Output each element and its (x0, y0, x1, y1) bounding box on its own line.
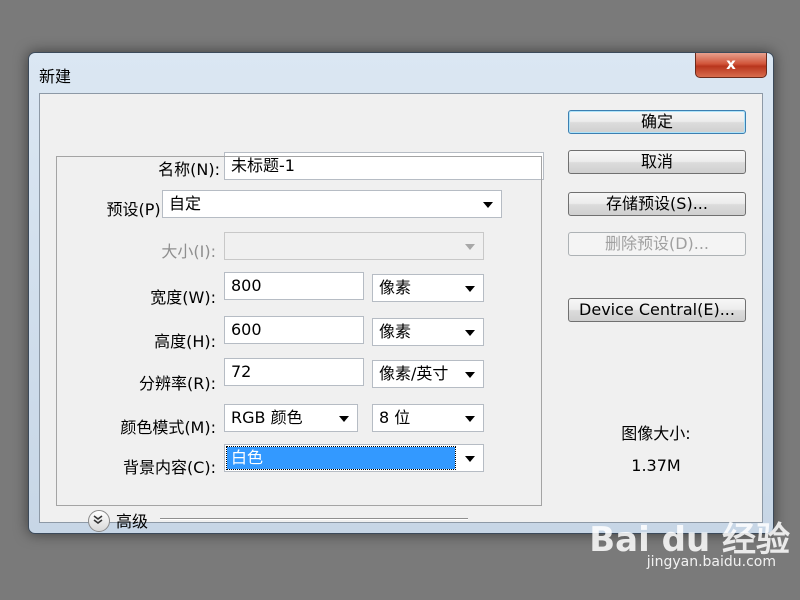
close-icon: x (726, 55, 736, 73)
dialog-body: 名称(N): 未标题-1 预设(P): 自定 大小(I): 宽度(W): 800… (39, 93, 763, 532)
chevron-down-icon (339, 416, 349, 422)
background-value: 白色 (226, 446, 456, 470)
size-label: 大小(I): (161, 242, 216, 261)
advanced-label: 高级 (116, 512, 149, 531)
device-central-button[interactable]: Device Central(E)... (568, 298, 746, 322)
save-preset-button[interactable]: 存储预设(S)... (568, 192, 746, 216)
background-label: 背景内容(C): (122, 458, 216, 477)
cancel-button[interactable]: 取消 (568, 150, 746, 174)
size-select[interactable] (224, 232, 484, 260)
height-unit-value: 像素 (379, 322, 412, 341)
delete-preset-button[interactable]: 删除预设(D)... (568, 232, 746, 256)
preset-select[interactable]: 自定 (162, 190, 502, 218)
chevron-down-icon (465, 456, 475, 462)
image-size-value: 1.37M (631, 456, 681, 475)
chevron-down-icon (465, 330, 475, 336)
color-mode-label: 颜色模式(M): (120, 418, 216, 437)
resolution-unit-select[interactable]: 像素/英寸 (372, 360, 484, 388)
color-mode-value: RGB 颜色 (231, 408, 303, 427)
bit-depth-select[interactable]: 8 位 (372, 404, 484, 432)
resolution-label: 分辨率(R): (139, 374, 216, 393)
width-unit-value: 像素 (379, 278, 412, 297)
baidu-jingyan-watermark: Bai du 经验 jingyan.baidu.com (589, 504, 790, 584)
preset-label: 预设(P): (82, 196, 170, 220)
chevron-down-icon (465, 372, 475, 378)
image-size-label: 图像大小: (621, 424, 691, 443)
height-label: 高度(H): (154, 332, 216, 351)
resolution-field[interactable]: 72 (224, 358, 364, 386)
ok-button[interactable]: 确定 (568, 110, 746, 134)
width-unit-select[interactable]: 像素 (372, 274, 484, 302)
chevron-down-icon (465, 244, 475, 250)
height-field[interactable]: 600 (224, 316, 364, 344)
watermark-url: jingyan.baidu.com (646, 554, 776, 570)
preset-value: 自定 (169, 194, 202, 213)
chevron-down-icon (483, 202, 493, 208)
width-label: 宽度(W): (150, 288, 216, 307)
close-button[interactable]: x (695, 53, 767, 78)
advanced-divider (160, 518, 468, 520)
title-bar[interactable]: 新建 x (29, 53, 773, 91)
double-chevron-down-icon (93, 515, 103, 524)
chevron-down-icon (465, 286, 475, 292)
height-unit-select[interactable]: 像素 (372, 318, 484, 346)
background-select[interactable]: 白色 (224, 444, 484, 472)
dialog-title: 新建 (39, 67, 72, 86)
bit-depth-value: 8 位 (379, 408, 411, 427)
new-document-dialog: 新建 x 名称(N): 未标题-1 预设(P): 自定 大小(I): 宽度(W)… (28, 52, 774, 534)
resolution-unit-value: 像素/英寸 (379, 364, 449, 383)
color-mode-select[interactable]: RGB 颜色 (224, 404, 358, 432)
width-field[interactable]: 800 (224, 272, 364, 300)
chevron-down-icon (465, 416, 475, 422)
advanced-toggle-button[interactable] (88, 510, 110, 532)
